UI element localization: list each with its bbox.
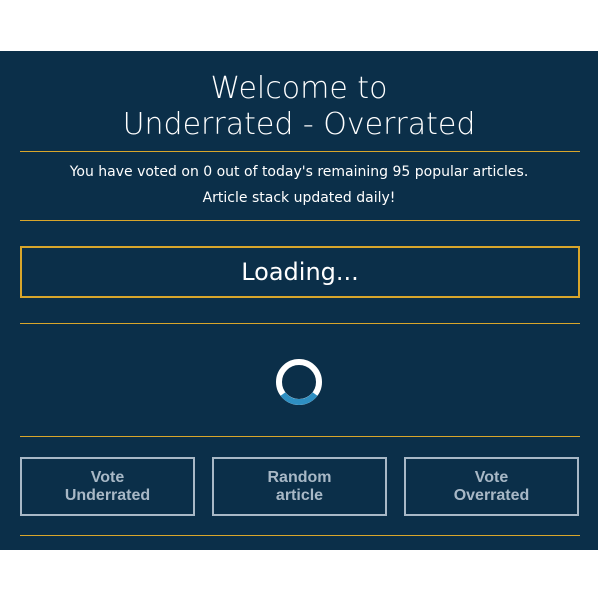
random-article-button[interactable]: Random article [212, 457, 387, 516]
random-article-label-2: article [275, 486, 324, 504]
page-title: Welcome to Underrated - Overrated [0, 71, 598, 143]
vote-count-text: You have voted on 0 out of today's remai… [69, 164, 529, 180]
stack-update-text: Article stack updated daily! [202, 190, 396, 206]
main-panel: Welcome to Underrated - Overrated You ha… [0, 51, 598, 550]
loading-text: Loading... [241, 258, 359, 286]
divider-1 [20, 151, 580, 152]
vote-underrated-label-2: Underrated [64, 486, 151, 504]
divider-3 [20, 323, 580, 324]
divider-2 [20, 220, 580, 221]
divider-4 [20, 436, 580, 437]
vote-underrated-label-1: Vote [90, 468, 125, 486]
vote-summary: You have voted on 0 out of today's remai… [0, 159, 598, 211]
divider-5 [20, 535, 580, 536]
vote-overrated-label-2: Overrated [453, 486, 530, 504]
random-article-label-1: Random [267, 468, 332, 486]
vote-underrated-button[interactable]: Vote Underrated [20, 457, 195, 516]
loading-spinner-icon [276, 359, 322, 405]
title-line-2: Underrated - Overrated [122, 107, 476, 142]
title-line-1: Welcome to [210, 71, 388, 106]
vote-overrated-button[interactable]: Vote Overrated [404, 457, 579, 516]
vote-overrated-label-1: Vote [474, 468, 509, 486]
article-title-box: Loading... [20, 246, 580, 298]
